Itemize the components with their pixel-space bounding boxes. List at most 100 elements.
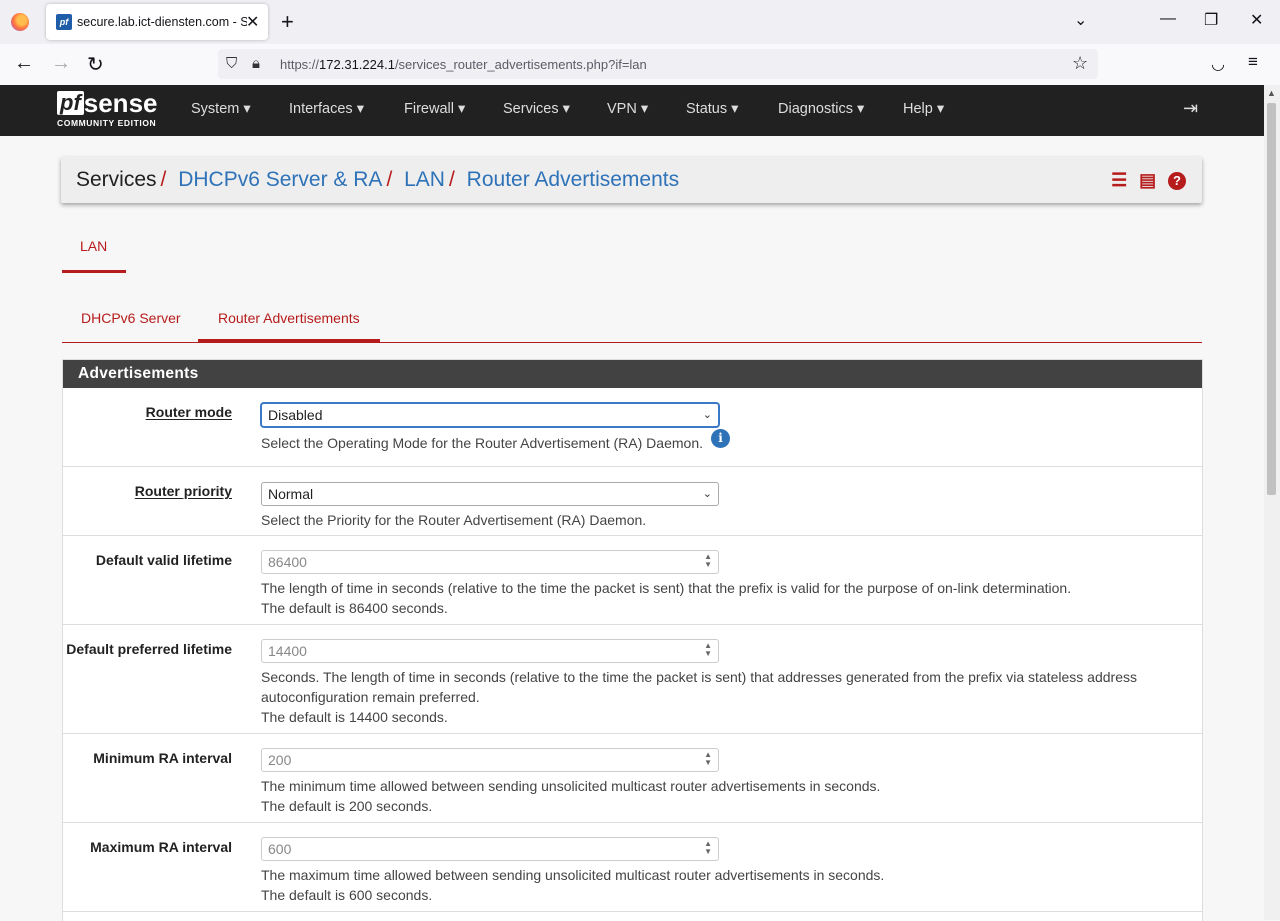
- url-bar[interactable]: ⛉ 🔒︎ https://172.31.224.1/services_route…: [218, 49, 1098, 79]
- default-valid-lifetime-input[interactable]: 86400 ▲ ▼: [261, 550, 719, 574]
- spinner-icon[interactable]: ▲ ▼: [704, 642, 712, 658]
- default-valid-lifetime-row: Default valid lifetime 86400 ▲ ▼ The lengt…: [63, 536, 1202, 625]
- back-arrow-icon[interactable]: ←: [14, 52, 34, 75]
- default-valid-lifetime-placeholder: 86400: [268, 554, 307, 570]
- help-question-icon[interactable]: ?: [1168, 171, 1186, 190]
- page-scrollbar[interactable]: ▲: [1264, 85, 1280, 920]
- shield-icon[interactable]: ⛉: [226, 55, 237, 72]
- panel-title: Advertisements: [63, 360, 1202, 388]
- tab-dhcpv6-server-label: DHCPv6 Server: [81, 310, 181, 326]
- menu-label: Help: [903, 101, 933, 117]
- breadcrumb-separator: /: [386, 168, 393, 191]
- browser-tab-bar: pf secure.lab.ict-diensten.com - Se ✕ + …: [0, 0, 1280, 44]
- spinner-icon[interactable]: ▲ ▼: [704, 840, 712, 856]
- breadcrumb-services: Services: [76, 168, 157, 191]
- menu-system[interactable]: System ▾: [191, 101, 251, 117]
- tab-list-chevron-icon[interactable]: ⌄: [1074, 10, 1087, 30]
- app-menu-icon[interactable]: ≡: [1248, 52, 1258, 72]
- logo-sense: sense: [83, 88, 158, 118]
- menu-vpn[interactable]: VPN ▾: [607, 101, 648, 117]
- logo-pf: pf: [57, 91, 84, 115]
- pfsense-header: pf sense COMMUNITY EDITION System ▾ Inter…: [0, 85, 1264, 136]
- router-mode-value: Disabled: [268, 407, 323, 423]
- menu-status[interactable]: Status ▾: [686, 101, 738, 117]
- breadcrumb-separator: /: [160, 168, 167, 191]
- close-tab-icon[interactable]: ✕: [246, 12, 259, 32]
- breadcrumb-actions: ☰ ▤ ?: [1103, 170, 1186, 191]
- help-line: The minimum time allowed between sending…: [261, 778, 881, 794]
- new-tab-icon[interactable]: +: [281, 9, 294, 35]
- caret-down-icon: ▾: [457, 101, 466, 117]
- caret-down-icon: ▾: [640, 101, 649, 117]
- caret-down-icon: ▾: [243, 101, 251, 117]
- spinner-icon[interactable]: ▲ ▼: [704, 553, 712, 569]
- help-default: The default is 86400 seconds.: [261, 600, 448, 616]
- router-mode-select[interactable]: Disabled ⌄: [261, 403, 719, 427]
- help-line: The maximum time allowed between sending…: [261, 867, 885, 883]
- spinner-icon[interactable]: ▲ ▼: [704, 751, 712, 767]
- breadcrumb-dhcpv6-link[interactable]: DHCPv6 Server & RA: [178, 168, 382, 191]
- reload-icon[interactable]: ↻: [87, 52, 104, 77]
- restore-icon[interactable]: ❐: [1204, 10, 1218, 30]
- lock-icon[interactable]: 🔒︎: [252, 55, 260, 72]
- scroll-thumb[interactable]: [1267, 103, 1276, 495]
- close-window-icon[interactable]: ✕: [1250, 10, 1263, 30]
- default-preferred-lifetime-row: Default preferred lifetime 14400 ▲ ▼ Secon…: [63, 625, 1202, 734]
- info-icon[interactable]: i: [711, 429, 730, 448]
- tab-dhcpv6-server[interactable]: DHCPv6 Server: [62, 300, 196, 342]
- pfsense-logo[interactable]: pf sense COMMUNITY EDITION: [57, 88, 158, 128]
- min-ra-interval-input[interactable]: 200 ▲ ▼: [261, 748, 719, 772]
- router-priority-select[interactable]: Normal ⌄: [261, 482, 719, 506]
- breadcrumb-router-advertisements-link[interactable]: Router Advertisements: [467, 168, 679, 191]
- min-ra-interval-label: Minimum RA interval: [93, 750, 232, 766]
- firefox-icon[interactable]: [11, 13, 29, 31]
- default-preferred-lifetime-input[interactable]: 14400 ▲ ▼: [261, 639, 719, 663]
- breadcrumb-panel: Services / DHCPv6 Server & RA / LAN / Route…: [61, 157, 1202, 203]
- default-valid-lifetime-help: The length of time in seconds (relative …: [261, 578, 1161, 618]
- menu-firewall[interactable]: Firewall ▾: [404, 101, 465, 117]
- breadcrumb-lan-link[interactable]: LAN: [404, 168, 445, 191]
- tab-title: secure.lab.ict-diensten.com - Se: [77, 15, 247, 29]
- menu-help[interactable]: Help ▾: [903, 101, 944, 117]
- menu-label: System: [191, 101, 240, 117]
- pocket-icon[interactable]: ◡: [1211, 54, 1225, 74]
- max-ra-interval-row: Maximum RA interval 600 ▲ ▼ The maximum ti…: [63, 823, 1202, 912]
- scroll-up-arrow-icon[interactable]: ▲: [1267, 88, 1276, 98]
- sub-tabs: DHCPv6 Server Router Advertisements: [62, 300, 1202, 343]
- logo-edition: COMMUNITY EDITION: [57, 118, 157, 128]
- help-line: autoconfiguration remain preferred.: [261, 689, 480, 705]
- menu-diagnostics[interactable]: Diagnostics ▾: [778, 101, 864, 117]
- menu-label: VPN: [607, 101, 637, 117]
- url-prefix: https://: [280, 57, 320, 72]
- browser-nav-bar: ← → ↻ ⛉ 🔒︎ https://172.31.224.1/services…: [0, 44, 1280, 86]
- default-preferred-lifetime-label: Default preferred lifetime: [66, 641, 232, 657]
- router-priority-label[interactable]: Router priority: [135, 483, 232, 499]
- breadcrumb-separator: /: [448, 168, 455, 191]
- bookmark-star-icon[interactable]: ☆: [1072, 53, 1088, 74]
- url-text[interactable]: https://172.31.224.1/services_router_adv…: [280, 57, 647, 72]
- caret-down-icon: ▾: [856, 101, 865, 117]
- help-line: The length of time in seconds (relative …: [261, 580, 1072, 596]
- tab-lan-label: LAN: [80, 238, 108, 254]
- minimize-icon[interactable]: —: [1160, 10, 1176, 28]
- forward-arrow-icon[interactable]: →: [51, 52, 71, 75]
- tab-router-advertisements[interactable]: Router Advertisements: [198, 300, 380, 342]
- browser-tab[interactable]: pf secure.lab.ict-diensten.com - Se ✕: [46, 4, 268, 40]
- max-ra-interval-input[interactable]: 600 ▲ ▼: [261, 837, 719, 861]
- sliders-icon[interactable]: ☰: [1111, 170, 1127, 191]
- menu-services[interactable]: Services ▾: [503, 101, 570, 117]
- router-mode-label[interactable]: Router mode: [146, 404, 232, 420]
- min-ra-interval-help: The minimum time allowed between sending…: [261, 776, 1161, 816]
- log-list-icon[interactable]: ▤: [1139, 170, 1156, 191]
- max-ra-interval-label: Maximum RA interval: [90, 839, 232, 855]
- tab-lan[interactable]: LAN: [62, 222, 126, 273]
- menu-interfaces[interactable]: Interfaces ▾: [289, 101, 364, 117]
- router-priority-help: Select the Priority for the Router Adver…: [261, 512, 647, 528]
- menu-label: Firewall: [404, 101, 454, 117]
- logout-icon[interactable]: ⇥: [1183, 98, 1198, 119]
- caret-down-icon: ▾: [562, 101, 570, 117]
- min-ra-interval-placeholder: 200: [268, 752, 292, 768]
- router-priority-value: Normal: [268, 486, 314, 502]
- help-default: The default is 200 seconds.: [261, 798, 433, 814]
- help-line: Seconds. The length of time in seconds (…: [261, 669, 1137, 685]
